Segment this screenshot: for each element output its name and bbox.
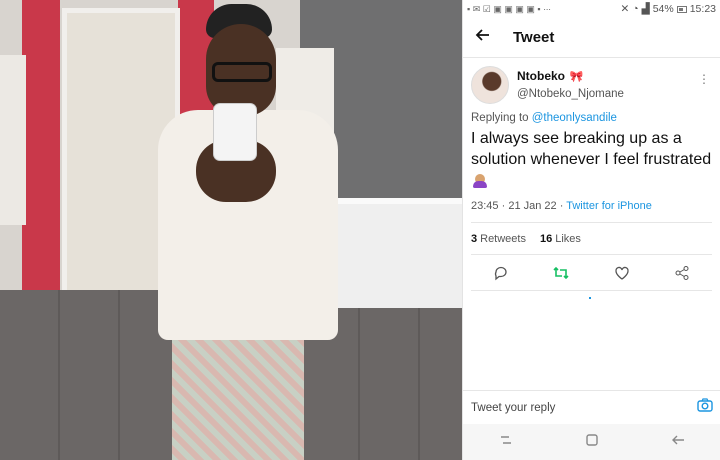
retweets-count: 3 — [471, 232, 478, 245]
battery-percent: 54% — [652, 3, 674, 15]
twitter-screen: ▪ ✉ ☑ ▣ ▣ ▣ ▣ ▪ ··· ✕ ◔ ▟ 54% 15:23 Twee… — [462, 0, 720, 460]
retweets-label: Retweets — [480, 232, 526, 245]
status-right: ✕ ◔ ▟ 54% 15:23 — [620, 3, 716, 15]
battery-icon — [676, 5, 687, 13]
clock: 15:23 — [689, 3, 716, 15]
notification-icons: ▪ ✉ ☑ ▣ ▣ ▣ ▣ ▪ ··· — [467, 4, 551, 15]
photo-locker — [0, 55, 26, 225]
user-handle[interactable]: @Ntobeko_Njomane — [517, 86, 624, 103]
author-names: Ntobeko 🎀 @Ntobeko_Njomane — [517, 67, 624, 103]
tweet-detail: Ntobeko 🎀 @Ntobeko_Njomane ⋮ Replying to… — [463, 58, 720, 291]
notification-icon: ▪ — [537, 3, 541, 14]
selfie-photo — [0, 0, 462, 460]
photo-person-glasses — [212, 62, 272, 82]
back-arrow-icon[interactable] — [475, 27, 499, 48]
camera-icon[interactable] — [697, 398, 713, 417]
mute-icon: ✕ — [620, 3, 630, 15]
photo-phone — [214, 104, 256, 160]
reply-bar: Tweet your reply — [463, 390, 720, 424]
notification-icon: ▣ — [504, 3, 513, 14]
likes-label: Likes — [555, 232, 581, 245]
photo-red-pillar — [22, 0, 60, 300]
likes-stat[interactable]: 16 Likes — [540, 233, 581, 245]
share-icon[interactable] — [670, 261, 694, 285]
top-bar: Tweet — [463, 18, 720, 58]
home-icon[interactable] — [586, 433, 598, 451]
like-icon[interactable] — [610, 261, 634, 285]
loading-dot — [589, 297, 591, 299]
reply-icon[interactable] — [489, 261, 513, 285]
page-title: Tweet — [513, 29, 555, 46]
meta-separator: · — [559, 200, 564, 212]
ribbon-emoji: 🎀 — [569, 71, 584, 83]
signal-icon: ▟ — [641, 3, 650, 15]
message-icon: ▪ — [467, 3, 470, 14]
more-notifications-icon: ··· — [543, 3, 551, 14]
tweet-time: 23:45 — [471, 200, 499, 212]
likes-count: 16 — [539, 232, 553, 245]
woman-with-crown-icon — [471, 172, 489, 188]
recents-icon[interactable] — [499, 433, 513, 451]
tweet-stats: 3 Retweets 16 Likes — [471, 223, 712, 255]
more-vertical-icon[interactable]: ⋮ — [698, 72, 710, 86]
display-name[interactable]: Ntobeko — [517, 69, 565, 83]
avatar[interactable] — [471, 66, 509, 104]
reply-input[interactable]: Tweet your reply — [471, 402, 555, 414]
android-nav-bar — [463, 424, 720, 460]
notification-icon: ✉ — [472, 3, 481, 14]
notification-icon: ▣ — [526, 3, 535, 14]
notification-icon: ▣ — [493, 3, 502, 14]
photo-bench — [338, 198, 462, 308]
tweet-actions — [471, 255, 712, 291]
status-bar: ▪ ✉ ☑ ▣ ▣ ▣ ▣ ▪ ··· ✕ ◔ ▟ 54% 15:23 — [463, 0, 720, 18]
tweet-source[interactable]: Twitter for iPhone — [566, 200, 652, 212]
wifi-icon: ◔ — [632, 3, 639, 15]
meta-separator: · — [501, 200, 506, 212]
notification-icon: ☑ — [482, 3, 491, 14]
tweet-text-body: I always see breaking up as a solution w… — [471, 130, 712, 168]
replying-to: Replying to @theonlysandile — [471, 112, 712, 124]
author-row[interactable]: Ntobeko 🎀 @Ntobeko_Njomane — [471, 66, 712, 104]
notification-icon: ▣ — [515, 3, 524, 14]
replying-to-link[interactable]: @theonlysandile — [532, 112, 617, 124]
tweet-text: I always see breaking up as a solution w… — [471, 128, 712, 194]
tweet-date: 21 Jan 22 — [508, 200, 557, 212]
back-nav-icon[interactable] — [671, 433, 685, 451]
retweets-stat[interactable]: 3 Retweets — [471, 233, 526, 245]
tweet-meta: 23:45 · 21 Jan 22 · Twitter for iPhone — [471, 200, 712, 223]
retweet-icon[interactable] — [549, 261, 573, 285]
replying-prefix: Replying to — [471, 112, 529, 124]
